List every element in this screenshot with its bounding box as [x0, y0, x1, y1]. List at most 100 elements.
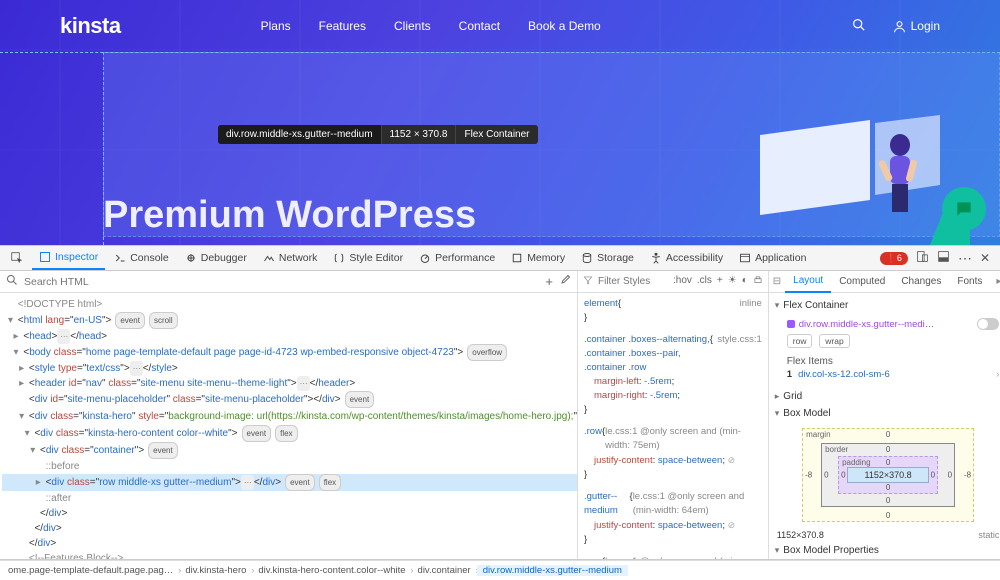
contrast-icon[interactable]: ◐ — [742, 275, 748, 288]
tab-performance[interactable]: Performance — [412, 246, 502, 270]
search-icon[interactable] — [6, 274, 18, 289]
tree-line[interactable]: ▸ <header id="nav" class="site-menu site… — [2, 376, 577, 391]
css-rule[interactable]: .gutter--medium {le.css:1 @only screen a… — [584, 490, 762, 547]
section-grid[interactable]: ▸Grid — [769, 388, 1000, 405]
styles-rules[interactable]: element {inline} .container .boxes--alter… — [578, 293, 768, 559]
breadcrumb-item[interactable]: ome.page-template-default.page.pag… — [2, 565, 179, 576]
computed-dimensions: 1152×370.8static — [769, 528, 1000, 542]
layout-tab-layout[interactable]: Layout — [785, 271, 831, 293]
tab-pick-element[interactable] — [4, 246, 30, 270]
inspector-tooltip: div.row.middle-xs.gutter--medium 1152 × … — [218, 125, 538, 144]
layout-tab-changes[interactable]: Changes — [893, 271, 949, 293]
tree-line[interactable]: ▾ <body class="home page-template-defaul… — [2, 344, 577, 361]
search-html-input[interactable] — [24, 276, 539, 288]
tree-line[interactable]: </div> — [2, 521, 577, 536]
tree-line[interactable]: </div> — [2, 506, 577, 521]
nav-book-demo[interactable]: Book a Demo — [528, 19, 601, 33]
tree-line[interactable]: <!DOCTYPE html> — [2, 297, 577, 312]
tree-line[interactable]: ▸ <head>⋯</head> — [2, 329, 577, 344]
breadcrumb[interactable]: ome.page-template-default.page.pag…div.k… — [0, 560, 1000, 580]
flex-container-selector[interactable]: div.row.middle-xs.gutter--medi… — [787, 318, 1000, 330]
layout-tabs: ⊟ Layout Computed Changes Fonts ▸ — [769, 271, 1000, 293]
flex-chip-row: row — [787, 334, 813, 348]
print-icon[interactable] — [753, 275, 763, 288]
section-box-model[interactable]: ▾Box Model — [769, 405, 1000, 422]
tree-line[interactable]: <div id="site-menu-placeholder" class="s… — [2, 391, 577, 408]
tab-style-editor[interactable]: Style Editor — [326, 246, 410, 270]
breadcrumb-item[interactable]: div.kinsta-hero-content.color--white — [252, 565, 411, 576]
search-icon[interactable] — [852, 18, 865, 34]
tree-line[interactable]: ::after — [2, 491, 577, 506]
tree-line[interactable]: ▸ <style type="text/css">⋯</style> — [2, 361, 577, 376]
styles-panel: :hov .cls + ☀ ◐ element {inline} .contain… — [578, 271, 769, 559]
tree-line[interactable]: </div> — [2, 536, 577, 551]
flex-items-heading: Flex Items — [787, 356, 1000, 367]
chat-widget[interactable] — [942, 187, 986, 231]
nav-plans[interactable]: Plans — [261, 19, 291, 33]
flex-chip-wrap: wrap — [819, 334, 849, 348]
site-logo[interactable]: kinsta — [60, 13, 121, 39]
cls-button[interactable]: .cls — [697, 275, 712, 288]
flex-overlay-toggle[interactable] — [977, 318, 999, 330]
more-icon[interactable]: ⋯ — [958, 250, 972, 267]
tree-line[interactable]: ▾ <div class="kinsta-hero-content color-… — [2, 425, 577, 442]
css-rule[interactable]: .row {le.css:1 @only screen and (min-wid… — [584, 555, 762, 559]
layout-tab-fonts[interactable]: Fonts — [949, 271, 990, 293]
dock-mode-icon[interactable] — [937, 250, 950, 266]
tree-line[interactable]: ▸ <div class="row middle-xs gutter--medi… — [2, 474, 577, 491]
add-icon[interactable]: + — [545, 274, 553, 289]
rendered-page: kinsta Plans Features Clients Contact Bo… — [0, 0, 1000, 245]
layout-tab-computed[interactable]: Computed — [831, 271, 893, 293]
breadcrumb-item[interactable]: div.kinsta-hero — [179, 565, 252, 576]
layout-body: ▾Flex Container div.row.middle-xs.gutter… — [769, 293, 1000, 559]
tooltip-selector: div.row.middle-xs.gutter--medium — [218, 125, 381, 144]
eyedropper-icon[interactable] — [559, 274, 571, 289]
breadcrumb-item[interactable]: div.row.middle-xs.gutter--medium — [477, 565, 628, 576]
add-rule-button[interactable]: + — [717, 275, 723, 288]
tree-line[interactable]: ▾ <div class="container">event — [2, 442, 577, 459]
nav-clients[interactable]: Clients — [394, 19, 431, 33]
css-rule[interactable]: .container .boxes--alternating,.containe… — [584, 333, 762, 417]
box-model-diagram[interactable]: margin 00-8-8 border 0000 padding 0000 1… — [802, 428, 974, 522]
nav-contact[interactable]: Contact — [459, 19, 500, 33]
section-box-props[interactable]: ▾Box Model Properties — [769, 542, 1000, 559]
light-mode-icon[interactable]: ☀ — [728, 275, 737, 288]
tab-memory[interactable]: Memory — [504, 246, 572, 270]
html-tree[interactable]: <!DOCTYPE html>▾ <html lang="en-US">even… — [0, 293, 577, 559]
filter-styles-input[interactable] — [598, 276, 668, 287]
tree-line[interactable]: <!--Features Block--> — [2, 551, 577, 559]
tab-inspector[interactable]: Inspector — [32, 246, 105, 270]
overlay-color-swatch[interactable] — [787, 320, 795, 328]
section-flex-container[interactable]: ▾Flex Container — [769, 297, 1000, 314]
tooltip-type: Flex Container — [456, 125, 537, 144]
css-rule[interactable]: .row {le.css:1 @only screen and (min-wid… — [584, 425, 762, 482]
styles-toolbar: :hov .cls + ☀ ◐ — [578, 271, 768, 293]
chevron-right-icon: › — [996, 369, 999, 380]
tree-line[interactable]: ▾ <html lang="en-US">eventscroll — [2, 312, 577, 329]
tab-console[interactable]: Console — [107, 246, 176, 270]
hero-area: Premium WordPress — [0, 52, 1000, 245]
nav-links: Plans Features Clients Contact Book a De… — [261, 19, 601, 33]
tree-line[interactable]: ▾ <div class="kinsta-hero" style="backgr… — [2, 408, 577, 425]
hov-button[interactable]: :hov — [673, 275, 692, 288]
flex-item-row[interactable]: 1 div.col-xs-12.col-sm-6 › — [787, 367, 1000, 382]
tree-line[interactable]: ::before — [2, 459, 577, 474]
css-rule[interactable]: element {inline} — [584, 297, 762, 325]
tab-debugger[interactable]: Debugger — [178, 246, 254, 270]
nav-features[interactable]: Features — [319, 19, 366, 33]
html-panel: + <!DOCTYPE html>▾ <html lang="en-US">ev… — [0, 271, 578, 559]
responsive-mode-icon[interactable] — [916, 250, 929, 266]
error-count-badge[interactable]: ❗6 — [880, 252, 908, 265]
breadcrumb-item[interactable]: div.container — [412, 565, 477, 576]
tab-storage[interactable]: Storage — [574, 246, 641, 270]
tab-application[interactable]: Application — [732, 246, 813, 270]
close-icon[interactable]: ✕ — [980, 251, 990, 265]
devtools-tabbar: Inspector Console Debugger Network Style… — [0, 245, 1000, 271]
filter-icon — [583, 275, 593, 288]
box-model-content: 1152×370.8 — [847, 467, 929, 483]
layout-collapse-icon[interactable]: ⊟ — [769, 276, 785, 287]
tab-network[interactable]: Network — [256, 246, 325, 270]
tab-accessibility[interactable]: Accessibility — [643, 246, 730, 270]
login-link[interactable]: Login — [893, 19, 940, 33]
chevron-right-icon[interactable]: ▸ — [990, 276, 1000, 287]
